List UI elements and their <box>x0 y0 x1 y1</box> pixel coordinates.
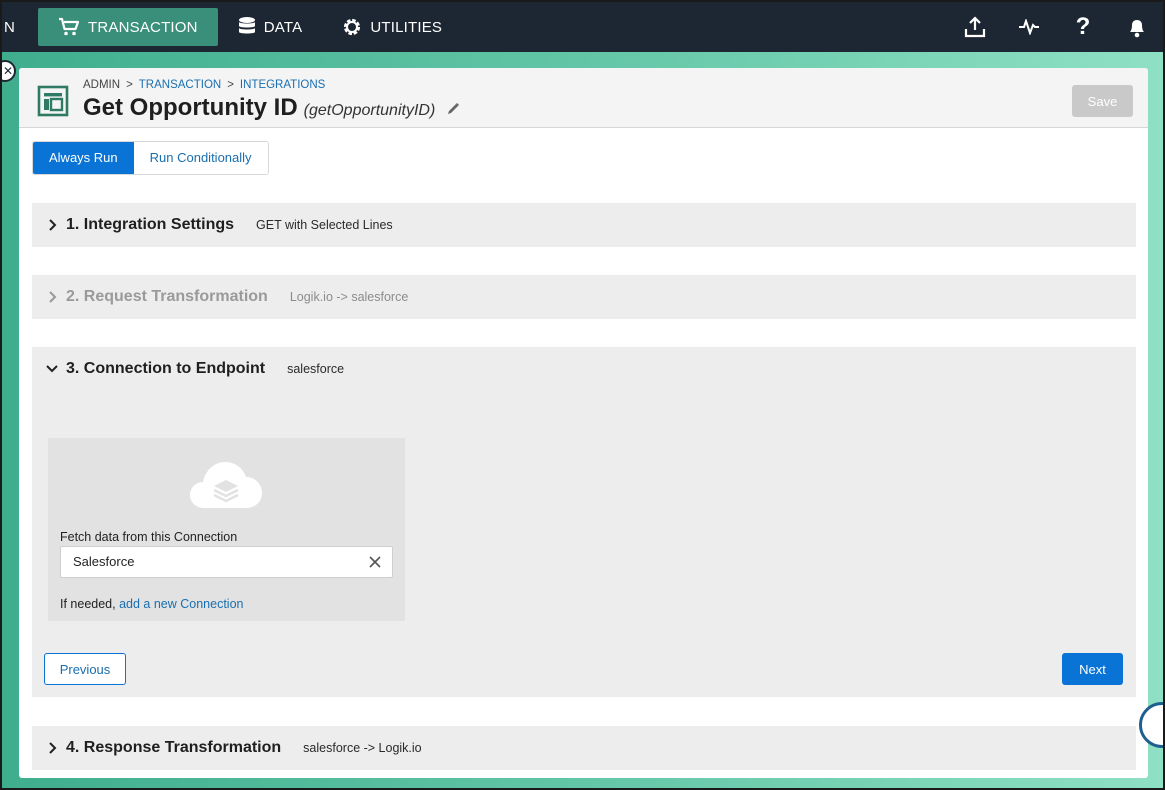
section-note: salesforce <box>287 362 345 376</box>
page-subtitle: (getOpportunityID) <box>303 102 436 119</box>
breadcrumb-separator: > <box>227 79 234 91</box>
nav-utilities-label: UTILITIES <box>370 18 443 36</box>
connection-value: Salesforce <box>73 554 135 569</box>
section-note: Logik.io -> salesforce <box>289 290 409 304</box>
previous-button[interactable]: Previous <box>44 653 126 685</box>
title-row: Get Opportunity ID (getOpportunityID) <box>83 94 460 122</box>
nav-data-label: DATA <box>263 18 303 36</box>
gear-icon <box>344 18 361 36</box>
run-conditionally-button[interactable]: Run Conditionally <box>133 142 268 174</box>
section-title: 1. Integration Settings <box>66 216 235 233</box>
page-title: Get Opportunity ID <box>83 94 298 121</box>
section-header[interactable]: 1. Integration Settings GET with Selecte… <box>32 203 1136 247</box>
always-run-button[interactable]: Always Run <box>33 142 134 174</box>
fetch-connection-label: Fetch data from this Connection <box>60 530 238 544</box>
clear-icon[interactable] <box>368 555 382 569</box>
if-needed-text: If needed, <box>60 597 116 611</box>
cloud-layers-icon <box>190 462 262 508</box>
database-icon <box>238 17 255 34</box>
chevron-right-icon <box>49 219 57 231</box>
section-header[interactable]: 2. Request Transformation Logik.io -> sa… <box>32 275 1136 319</box>
connection-select[interactable]: Salesforce <box>60 546 393 578</box>
section-request-transformation: 2. Request Transformation Logik.io -> sa… <box>32 275 1136 319</box>
nav-transaction[interactable]: TRANSACTION <box>38 8 218 46</box>
section-header[interactable]: 3. Connection to Endpoint salesforce <box>32 347 1136 391</box>
nav-data[interactable]: DATA <box>218 8 323 46</box>
section-title: 3. Connection to Endpoint <box>66 360 266 377</box>
upload-icon[interactable] <box>963 15 987 39</box>
activity-icon[interactable] <box>1017 15 1041 39</box>
help-icon[interactable]: ? <box>1071 13 1095 40</box>
nav-utilities[interactable]: UTILITIES <box>322 8 462 46</box>
layout-icon <box>37 85 69 117</box>
cart-icon <box>59 17 80 36</box>
run-mode-toggle: Always Run Run Conditionally <box>32 141 269 175</box>
breadcrumb: ADMIN > TRANSACTION > INTEGRATIONS <box>83 79 325 91</box>
chevron-down-icon <box>46 365 58 373</box>
bell-icon[interactable] <box>1125 15 1149 39</box>
chevron-right-icon <box>49 742 57 754</box>
next-button[interactable]: Next <box>1062 653 1123 685</box>
section-header[interactable]: 4. Response Transformation salesforce ->… <box>32 726 1136 770</box>
pencil-icon[interactable] <box>447 102 460 115</box>
breadcrumb-admin: ADMIN <box>83 79 121 91</box>
integration-card: ADMIN > TRANSACTION > INTEGRATIONS Get O… <box>19 68 1148 778</box>
breadcrumb-separator: > <box>126 79 133 91</box>
page-header: ADMIN > TRANSACTION > INTEGRATIONS Get O… <box>19 68 1148 128</box>
nav-right-tools: ? <box>963 2 1149 52</box>
top-nav: N TRANSACTION DATA UTILITIES ? <box>2 2 1163 52</box>
section-connection-endpoint: 3. Connection to Endpoint salesforce Fet… <box>32 347 1136 697</box>
breadcrumb-transaction[interactable]: TRANSACTION <box>139 79 221 91</box>
nav-transaction-label: TRANSACTION <box>88 18 198 36</box>
save-button[interactable]: Save <box>1072 85 1133 117</box>
section-note: GET with Selected Lines <box>256 218 393 232</box>
connection-panel: Fetch data from this Connection Salesfor… <box>48 438 405 621</box>
section-title: 4. Response Transformation <box>66 739 282 756</box>
breadcrumb-integrations[interactable]: INTEGRATIONS <box>240 79 325 91</box>
section-title: 2. Request Transformation <box>66 288 268 305</box>
add-connection-link[interactable]: add a new Connection <box>119 597 243 611</box>
section-response-transformation: 4. Response Transformation salesforce ->… <box>32 726 1136 770</box>
app-window: N TRANSACTION DATA UTILITIES ? ✕ ADMIN >… <box>0 0 1165 790</box>
add-connection-hint: If needed, add a new Connection <box>60 597 244 611</box>
close-panel-icon[interactable]: ✕ <box>2 60 16 82</box>
section-note: salesforce -> Logik.io <box>303 741 422 755</box>
nav-edge-label[interactable]: N <box>2 19 38 36</box>
section-integration-settings: 1. Integration Settings GET with Selecte… <box>32 203 1136 247</box>
chevron-right-icon <box>49 291 57 303</box>
